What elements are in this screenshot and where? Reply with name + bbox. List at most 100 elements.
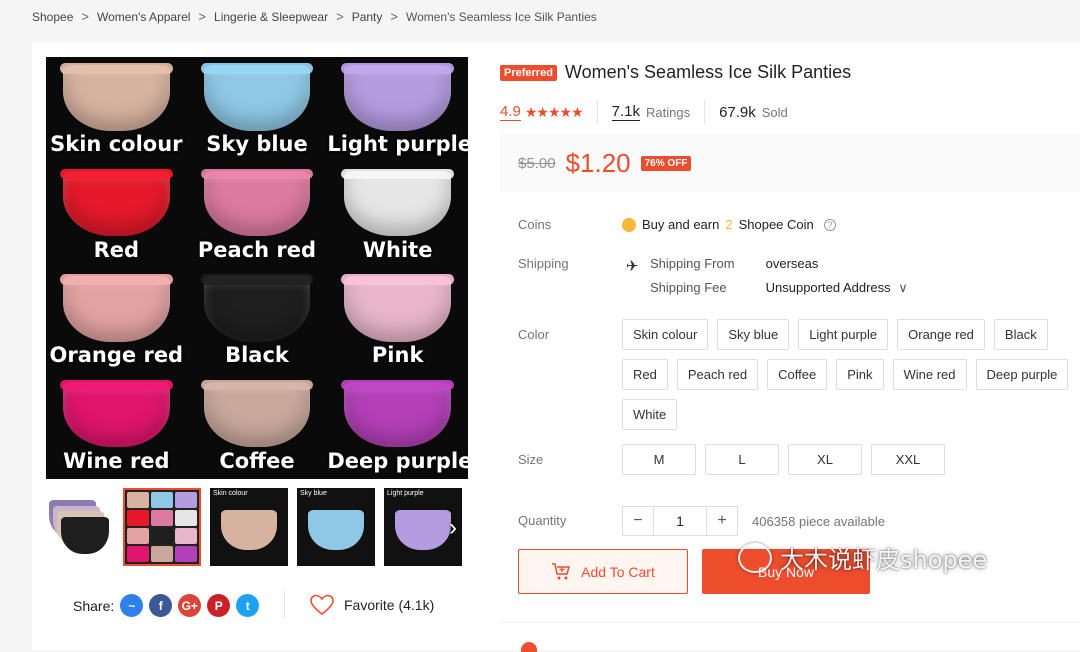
divider xyxy=(284,591,285,619)
thumbnail-grid-cell xyxy=(151,528,173,544)
size-option[interactable]: XL xyxy=(788,444,862,475)
cart-icon xyxy=(552,562,571,579)
coins-label: Coins xyxy=(518,217,552,232)
thumbnail-grid-cell xyxy=(151,492,173,508)
garment-shape xyxy=(203,170,311,237)
color-option[interactable]: Red xyxy=(622,359,668,390)
breadcrumb-item[interactable]: Panty xyxy=(352,10,383,24)
swatch-caption: Pink xyxy=(371,343,424,368)
thumbnail[interactable]: Sky blue xyxy=(297,488,375,566)
current-price: $1.20 xyxy=(565,147,631,178)
swatch-caption: Sky blue xyxy=(206,132,308,157)
thumbnail-grid-cell xyxy=(127,528,149,544)
share-row: Share: ~ f G+ Pt xyxy=(73,594,260,617)
discount-badge: 76% OFF xyxy=(640,155,692,171)
breadcrumb-item: Women's Seamless Ice Silk Panties xyxy=(405,9,597,24)
color-option[interactable]: Black xyxy=(993,319,1048,350)
product-swatch-image: Wine red xyxy=(46,374,187,480)
help-icon[interactable]: ? xyxy=(823,218,836,231)
add-to-cart-button[interactable]: Add To Cart xyxy=(518,549,688,594)
messenger-icon[interactable]: ~ xyxy=(120,594,144,617)
title-row: Preferred Women's Seamless Ice Silk Pant… xyxy=(500,62,851,83)
color-option[interactable]: Skin colour xyxy=(622,319,709,350)
product-swatch-image: Sky blue xyxy=(187,57,328,163)
thumbnail-grid xyxy=(127,492,197,562)
decrease-quantity-button[interactable]: − xyxy=(622,506,654,536)
garment-shape xyxy=(344,276,452,342)
product-swatch-image: Red xyxy=(46,163,187,269)
pinterest-icon[interactable]: P xyxy=(207,594,231,617)
thumbnail-grid-cell xyxy=(127,510,149,526)
wechat-icon xyxy=(738,542,772,573)
size-option[interactable]: L xyxy=(705,444,779,475)
swatch-caption: Skin colour xyxy=(50,132,183,157)
ratings-count[interactable]: 7.1k xyxy=(611,103,640,121)
facebook-icon[interactable]: f xyxy=(149,594,173,617)
garment-shape xyxy=(344,170,452,237)
garment-waistband xyxy=(60,379,173,391)
increase-quantity-button[interactable]: + xyxy=(706,506,738,536)
color-option[interactable]: Coffee xyxy=(767,359,828,390)
sold-label: Sold xyxy=(761,104,788,120)
garment-shape xyxy=(344,381,452,448)
thumbnail[interactable] xyxy=(46,488,114,566)
color-option[interactable]: Wine red xyxy=(892,359,967,390)
favorite-button[interactable]: Favorite (4.1k) xyxy=(310,594,434,616)
google-plus-icon[interactable]: G+ xyxy=(178,594,202,617)
swatch-caption: Deep purple xyxy=(327,448,468,473)
color-option[interactable]: Peach red xyxy=(676,359,759,390)
product-swatch-image: Skin colour xyxy=(46,57,187,163)
swatch-caption: Orange red xyxy=(49,343,184,368)
size-option[interactable]: M xyxy=(622,444,696,475)
thumbnail-grid-cell xyxy=(175,528,197,544)
garment-waistband xyxy=(341,274,454,285)
product-swatch-image: Black xyxy=(187,268,328,374)
garment-waistband xyxy=(341,168,454,180)
favorite-label: Favorite (4.1k) xyxy=(344,597,435,613)
thumbnail-grid-cell xyxy=(175,510,197,526)
color-option[interactable]: Pink xyxy=(836,359,884,390)
color-option[interactable]: Light purple xyxy=(798,319,889,350)
thumbnail[interactable]: Skin colour xyxy=(210,488,288,566)
color-option[interactable]: Orange red xyxy=(897,319,985,350)
main-product-image[interactable]: Skin colour Sky blue Light purple Red Peach … xyxy=(46,57,468,479)
swatch-caption: Wine red xyxy=(63,448,170,473)
garment-waistband xyxy=(200,63,314,74)
coins-amount: 2 xyxy=(725,217,733,232)
thumbnail-grid-cell xyxy=(151,546,173,562)
product-swatch-image: Pink xyxy=(327,268,468,374)
shipping-fee[interactable]: Shipping Fee Unsupported Address ∨ xyxy=(626,280,908,296)
chevron-right-icon: > xyxy=(390,9,398,24)
color-option[interactable]: Deep purple xyxy=(975,359,1069,390)
chevron-right-icon[interactable]: › xyxy=(442,508,464,548)
garment-shape xyxy=(203,65,311,131)
share-label: Share: xyxy=(73,597,115,614)
divider xyxy=(500,622,1080,623)
color-option[interactable]: White xyxy=(622,399,678,430)
thumbnail-strip: Skin colour Sky blue Light purple xyxy=(46,488,468,566)
swatch-caption: White xyxy=(362,237,433,262)
swatch-caption: Red xyxy=(93,237,140,262)
thumbnail-label: Sky blue xyxy=(300,490,327,497)
thumbnail[interactable] xyxy=(123,488,201,566)
color-options: Skin colour Sky blue Light purple Orange re… xyxy=(622,319,1080,430)
thumbnail-grid-cell xyxy=(127,546,149,562)
garment-waistband xyxy=(200,379,314,391)
quantity-input[interactable]: 1 xyxy=(654,506,706,536)
chevron-down-icon: ∨ xyxy=(898,280,908,295)
shipping-from-label: Shipping From xyxy=(650,256,735,271)
size-option[interactable]: XXL xyxy=(871,444,945,475)
twitter-icon[interactable]: t xyxy=(236,594,260,617)
breadcrumb-item[interactable]: Lingerie & Sleepwear xyxy=(214,10,328,24)
original-price: $5.00 xyxy=(518,154,556,172)
product-swatch-image: Coffee xyxy=(187,374,328,480)
breadcrumb-item[interactable]: Shopee xyxy=(32,10,73,24)
shop-icon xyxy=(521,642,537,652)
rating-value[interactable]: 4.9 xyxy=(500,103,521,121)
ratings-label: Ratings xyxy=(645,104,691,120)
thumbnail-grid-cell xyxy=(151,510,173,526)
garment-waistband xyxy=(341,63,454,74)
garment-shape xyxy=(203,276,311,342)
breadcrumb-item[interactable]: Women's Apparel xyxy=(97,10,190,24)
color-option[interactable]: Sky blue xyxy=(717,319,790,350)
